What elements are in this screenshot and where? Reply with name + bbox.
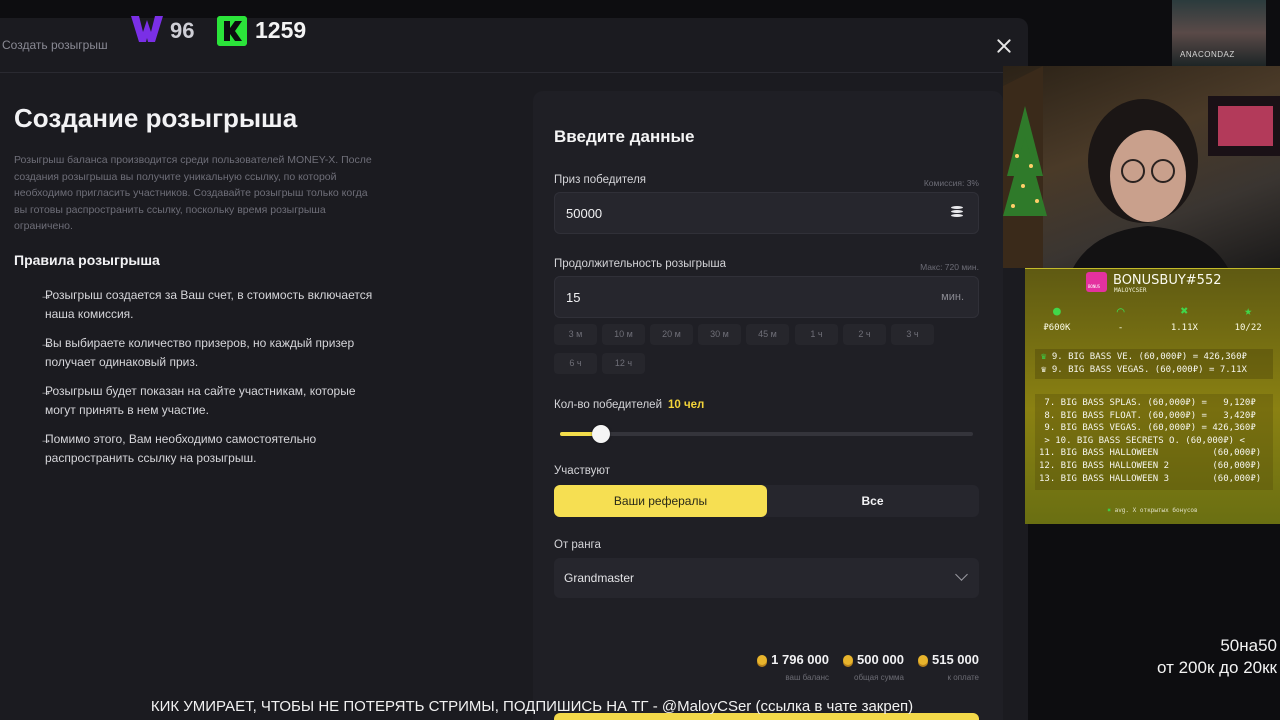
coins-icon	[949, 205, 965, 221]
list-item: 8. BIG BASS FLOAT. (60,000₽) = 3,420₽	[1039, 410, 1256, 421]
duration-unit: мин.	[941, 291, 964, 303]
rank-label: От ранга	[554, 539, 601, 551]
prize-value: 50000	[566, 206, 603, 221]
bonus-stat: ⌒ -	[1089, 304, 1153, 334]
duration-input[interactable]: 15 мин.	[554, 276, 979, 318]
prize-label: Приз победителя	[554, 174, 646, 186]
arrow-icon: →	[40, 335, 52, 350]
rank-select[interactable]: Grandmaster	[554, 558, 979, 598]
top-result-row: ♛ 9. BIG BASS VEGAS. (60,000₽) = 7.11X	[1041, 365, 1247, 375]
bonus-buy-widget: BONUS BONUSBUY#552 MALOYCSER ● ₽600K ⌒ - ✖…	[1025, 268, 1280, 524]
participants-label: Участвуют	[554, 465, 610, 477]
bonus-stat: ★ 10/22	[1216, 304, 1280, 334]
winners-slider[interactable]	[560, 425, 973, 443]
chevron-down-icon	[955, 568, 968, 581]
page-title: Создание розыгрыша	[14, 103, 298, 133]
cross-icon: ✖	[1180, 304, 1189, 319]
rule-item: → Вы выбираете количество призеров, но ка…	[40, 335, 355, 369]
bonus-stat: ✖ 1.11X	[1153, 304, 1217, 334]
modal-header-title: Создать розыгрыш	[2, 38, 108, 52]
green-dot-icon: ●	[1052, 304, 1061, 319]
w-logo-icon	[131, 16, 163, 42]
top-result-row: ♛ 9. BIG BASS VE. (60,000₽) = 426,360₽	[1041, 352, 1247, 362]
prize-input[interactable]: 50000	[554, 192, 979, 234]
form-title: Введите данные	[554, 127, 695, 146]
commission-hint: Комиссия: 3%	[923, 178, 979, 188]
info-column: Создание розыгрыша Розыгрыш баланса прои…	[14, 103, 376, 468]
list-item: 11. BIG BASS HALLOWEEN (60,000₽)	[1039, 448, 1262, 459]
list-item: > 10. BIG BASS SECRETS O. (60,000₽) <	[1039, 435, 1245, 446]
list-item: 13. BIG BASS HALLOWEEN 3 (60,000₽)	[1039, 473, 1262, 484]
duration-preset[interactable]: 3 м	[554, 324, 597, 345]
duration-preset[interactable]: 6 ч	[554, 353, 597, 374]
participants-toggle: Ваши рефералы Все	[554, 485, 979, 517]
rules-title: Правила розыгрыша	[14, 251, 160, 268]
coin-icon	[918, 654, 928, 665]
totals-row: 1 796 000 ваш баланс 500 000 общая сумма 5…	[757, 652, 979, 682]
all-option[interactable]: Все	[766, 485, 979, 517]
bonus-top-results: ♛ 9. BIG BASS VE. (60,000₽) = 426,360₽ ♛…	[1035, 349, 1273, 379]
streamer-silhouette	[1003, 66, 1280, 268]
arrow-icon: →	[40, 287, 52, 302]
webcam-feed	[1003, 66, 1280, 268]
crown-icon: ♛	[1041, 365, 1047, 375]
bonus-stats: ● ₽600K ⌒ - ✖ 1.11X ★ 10/22	[1025, 304, 1280, 334]
duration-max-hint: Макс: 720 мин.	[920, 262, 979, 272]
bonus-list: 7. BIG BASS SPLAS. (60,000₽) = 9,120₽ 8.…	[1035, 394, 1273, 490]
referrals-option[interactable]: Ваши рефералы	[554, 485, 767, 517]
stream-ticker: КИК УМИРАЕТ, ЧТОБЫ НЕ ПОТЕРЯТЬ СТРИМЫ, П…	[150, 698, 914, 715]
rule-item: → Помимо этого, Вам необходимо самостояте…	[40, 431, 317, 465]
balance-stat: 1 796 000 ваш баланс	[757, 652, 829, 682]
duration-preset[interactable]: 3 ч	[891, 324, 934, 345]
to-pay-stat: 515 000 к оплате	[918, 652, 979, 682]
duration-preset[interactable]: 12 ч	[602, 353, 645, 374]
headphones-icon: ⌒	[1116, 304, 1125, 319]
intro-text: Розыгрыш баланса производится среди поль…	[14, 154, 372, 232]
close-icon[interactable]	[995, 37, 1013, 55]
k-counter: 1259	[255, 17, 307, 43]
rule-item: → Розыгрыш создается за Ваш счет, в стоим…	[40, 287, 373, 321]
rank-value: Grandmaster	[564, 571, 635, 585]
bonus-stat: ● ₽600K	[1025, 304, 1089, 334]
total-sum-stat: 500 000 общая сумма	[843, 652, 904, 682]
coin-icon	[843, 654, 853, 665]
duration-preset[interactable]: 20 м	[650, 324, 693, 345]
arrow-icon: →	[40, 383, 52, 398]
bonus-buy-title: BONUSBUY#552	[1113, 273, 1222, 288]
list-item: 7. BIG BASS SPLAS. (60,000₽) = 9,120₽	[1039, 398, 1256, 408]
duration-value: 15	[566, 290, 581, 305]
winners-count: 10 чел	[668, 399, 705, 411]
bonus-footer: ✖ avg. X открытых бонусов	[1107, 507, 1198, 514]
w-counter: 96	[170, 18, 195, 43]
stream-art-thumbnail: ANACONDAZ	[1172, 0, 1266, 66]
slider-thumb[interactable]	[592, 425, 611, 443]
duration-preset[interactable]: 2 ч	[843, 324, 886, 345]
winners-label: Кол-во победителей 10 чел	[554, 399, 705, 411]
arrow-icon: →	[40, 431, 52, 446]
cross-icon: ✖	[1107, 507, 1111, 514]
gift-icon: BONUS	[1086, 272, 1107, 292]
list-item: 12. BIG BASS HALLOWEEN 2 (60,000₽)	[1039, 460, 1262, 471]
stream-promo-text: 50на50 от 200к до 20кк	[1157, 636, 1277, 677]
list-item: 9. BIG BASS VEGAS. (60,000₽) = 426,360₽	[1039, 423, 1256, 434]
stream-frame: Создать розыгрыш Создание розыгрыша Розы…	[0, 0, 1280, 720]
k-logo-icon	[217, 16, 247, 46]
duration-label: Продолжительность розыгрыша	[554, 258, 726, 270]
duration-preset[interactable]: 30 м	[698, 324, 741, 345]
coin-icon	[757, 654, 768, 665]
duration-preset[interactable]: 45 м	[746, 324, 789, 345]
duration-preset[interactable]: 1 ч	[795, 324, 838, 345]
bonus-buy-subtitle: MALOYCSER	[1114, 287, 1147, 294]
star-icon: ★	[1244, 304, 1253, 319]
rule-item: → Розыгрыш будет показан на сайте участни…	[40, 383, 356, 417]
crown-icon: ♛	[1041, 352, 1047, 362]
form-panel: Введите данные Приз победителя Комиссия:…	[533, 91, 1003, 720]
duration-preset[interactable]: 10 м	[602, 324, 645, 345]
